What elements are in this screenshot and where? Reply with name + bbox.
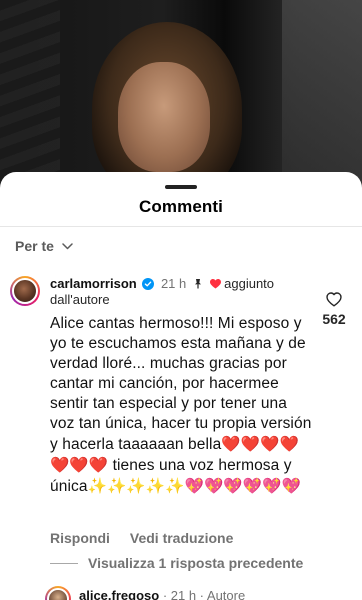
comment-actions: Rispondi Vedi traduzione [50,530,233,546]
translate-button[interactable]: Vedi traduzione [130,530,233,546]
video-person-face [118,62,210,172]
video-scene-stairs [0,0,60,200]
replies-line-divider [50,562,78,564]
sheet-grabber[interactable] [165,185,197,189]
reply-meta: · 21 h · Autore [159,588,246,600]
comment-time: 21 h [160,276,187,291]
comment-username[interactable]: carlamorrison [50,276,137,291]
verified-badge-icon [142,278,155,290]
reply-header: alice.fregoso · 21 h · Autore [79,588,245,600]
comment-like[interactable]: 562 [316,292,352,327]
comments-sheet: Commenti Per te carlamorrison 21 h aggiu… [0,172,362,600]
video-background[interactable] [0,0,362,200]
avatar[interactable] [10,276,40,306]
sheet-title: Commenti [139,197,223,216]
liked-by-author-label: aggiunto [224,276,275,291]
chevron-down-icon [62,242,73,249]
heart-icon [209,279,221,289]
comment-body-part-1: Alice cantas hermoso!!! Mi esposo y yo t… [50,315,312,453]
divider [0,226,362,227]
comment-filter-dropdown[interactable]: Per te [15,238,73,254]
video-scene-window [282,0,362,200]
view-replies-label: Visualizza 1 risposta precedente [88,555,304,571]
like-count: 562 [322,311,346,327]
sparkling-heart-emoji-icon: 💖💖💖💖💖💖 [184,477,301,495]
view-replies-button[interactable]: Visualizza 1 risposta precedente [50,555,303,571]
sparkles-emoji-icon: ✨✨✨✨✨ [87,477,185,495]
pin-icon [194,279,201,289]
avatar[interactable] [45,586,71,600]
liked-by-author-label-2: dall'autore [50,292,110,307]
filter-label: Per te [15,238,54,254]
comment-text: Alice cantas hermoso!!! Mi esposo y yo t… [50,314,312,497]
heart-outline-icon[interactable] [326,292,342,307]
reply-username[interactable]: alice.fregoso [79,588,159,600]
comment-header: carlamorrison 21 h aggiunto dall'autore [50,276,312,308]
reply-button[interactable]: Rispondi [50,530,110,546]
